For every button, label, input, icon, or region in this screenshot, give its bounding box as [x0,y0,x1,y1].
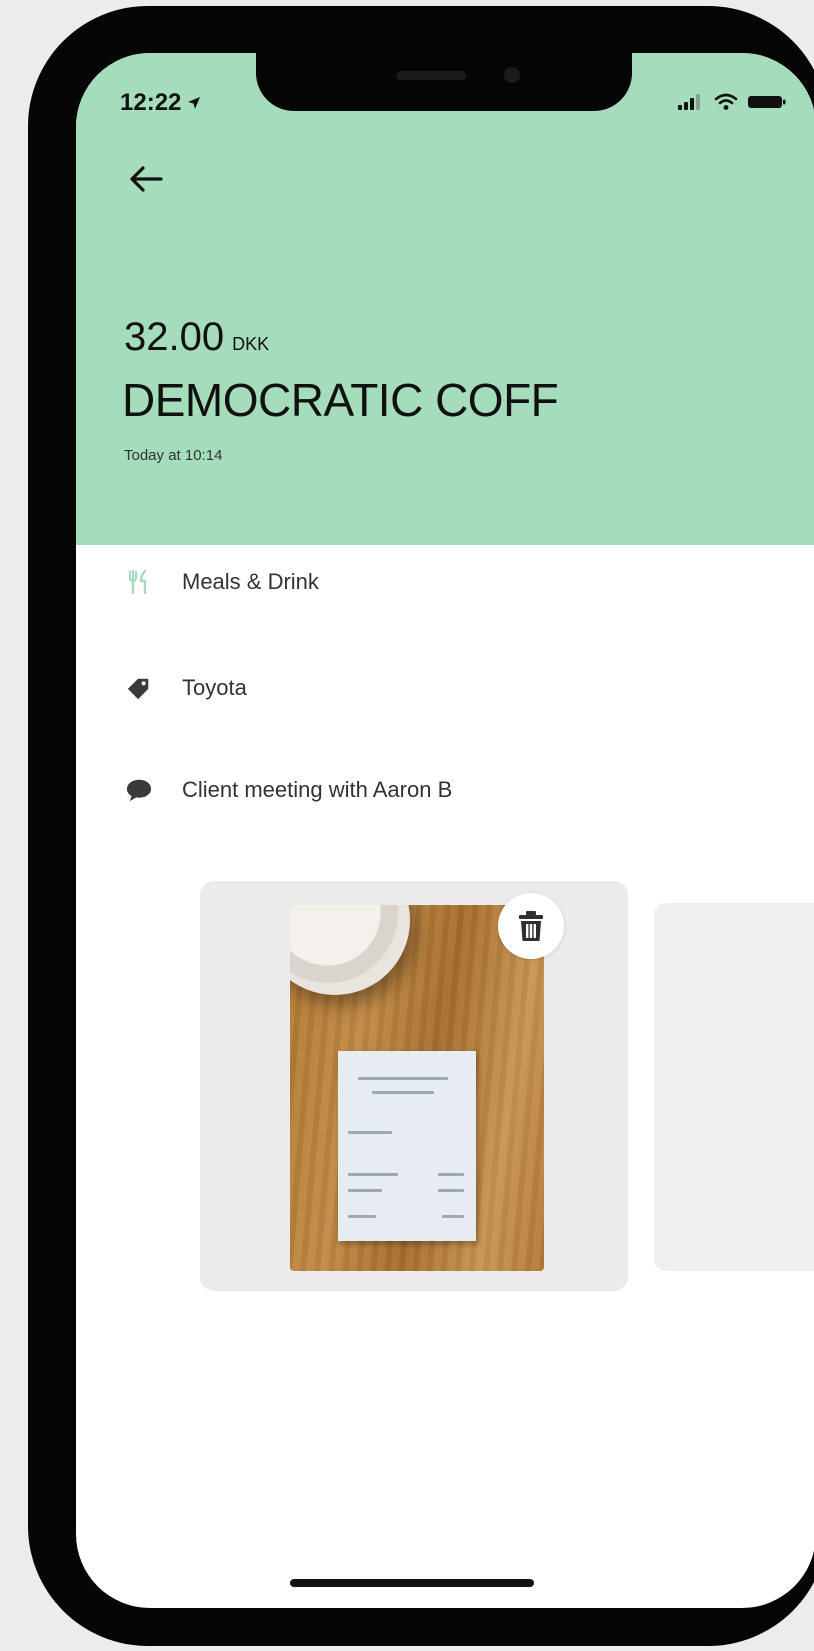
receipt-line [372,1091,434,1094]
tag-label: Toyota [182,675,247,700]
status-icons [678,93,786,111]
arrow-left-icon [130,166,163,192]
note-label: Client meeting with Aaron B [182,777,453,802]
tag-row[interactable]: Toyota [126,675,247,701]
receipt-card[interactable] [200,881,628,1291]
receipt-line [348,1131,392,1134]
amount-row: 32.00 DKK [124,315,269,360]
tag-icon [126,675,152,701]
back-button[interactable] [124,157,168,201]
device-notch [256,53,632,111]
receipt-line [358,1077,448,1080]
phone-frame: 12:22 32.00 DKK DEMOCRATIC COFF Today at… [28,6,814,1646]
cellular-signal-icon [678,94,700,110]
delete-receipt-button[interactable] [498,893,564,959]
status-time: 12:22 [120,89,182,116]
front-camera [504,67,520,83]
receipt-line [442,1215,464,1218]
expense-header: 12:22 32.00 DKK DEMOCRATIC COFF Today at… [76,53,814,545]
expense-amount: 32.00 [124,315,225,359]
receipt-photo[interactable] [290,905,544,1271]
next-receipt-card[interactable] [654,903,814,1271]
speech-bubble-icon [126,777,152,803]
app-screen: 12:22 32.00 DKK DEMOCRATIC COFF Today at… [76,53,814,1608]
receipt-line [348,1173,398,1176]
status-time-group: 12:22 [120,89,201,117]
trash-icon [519,911,543,941]
category-row[interactable]: Meals & Drink [126,569,319,595]
receipt-line [438,1173,464,1176]
merchant-name: DEMOCRATIC COFF [122,374,559,426]
note-row[interactable]: Client meeting with Aaron B [126,777,452,803]
currency-code: DKK [232,334,270,354]
wifi-icon [714,93,738,110]
category-label: Meals & Drink [182,569,319,594]
battery-icon [748,96,786,108]
location-arrow-icon [188,97,201,109]
receipt-paper [338,1051,476,1241]
fork-knife-icon [126,569,152,595]
receipt-line [438,1189,464,1192]
receipt-line [348,1215,376,1218]
expense-date: Today at 10:14 [124,447,223,464]
receipt-line [348,1189,382,1192]
home-indicator[interactable] [290,1579,534,1587]
speaker-grille [396,71,466,80]
